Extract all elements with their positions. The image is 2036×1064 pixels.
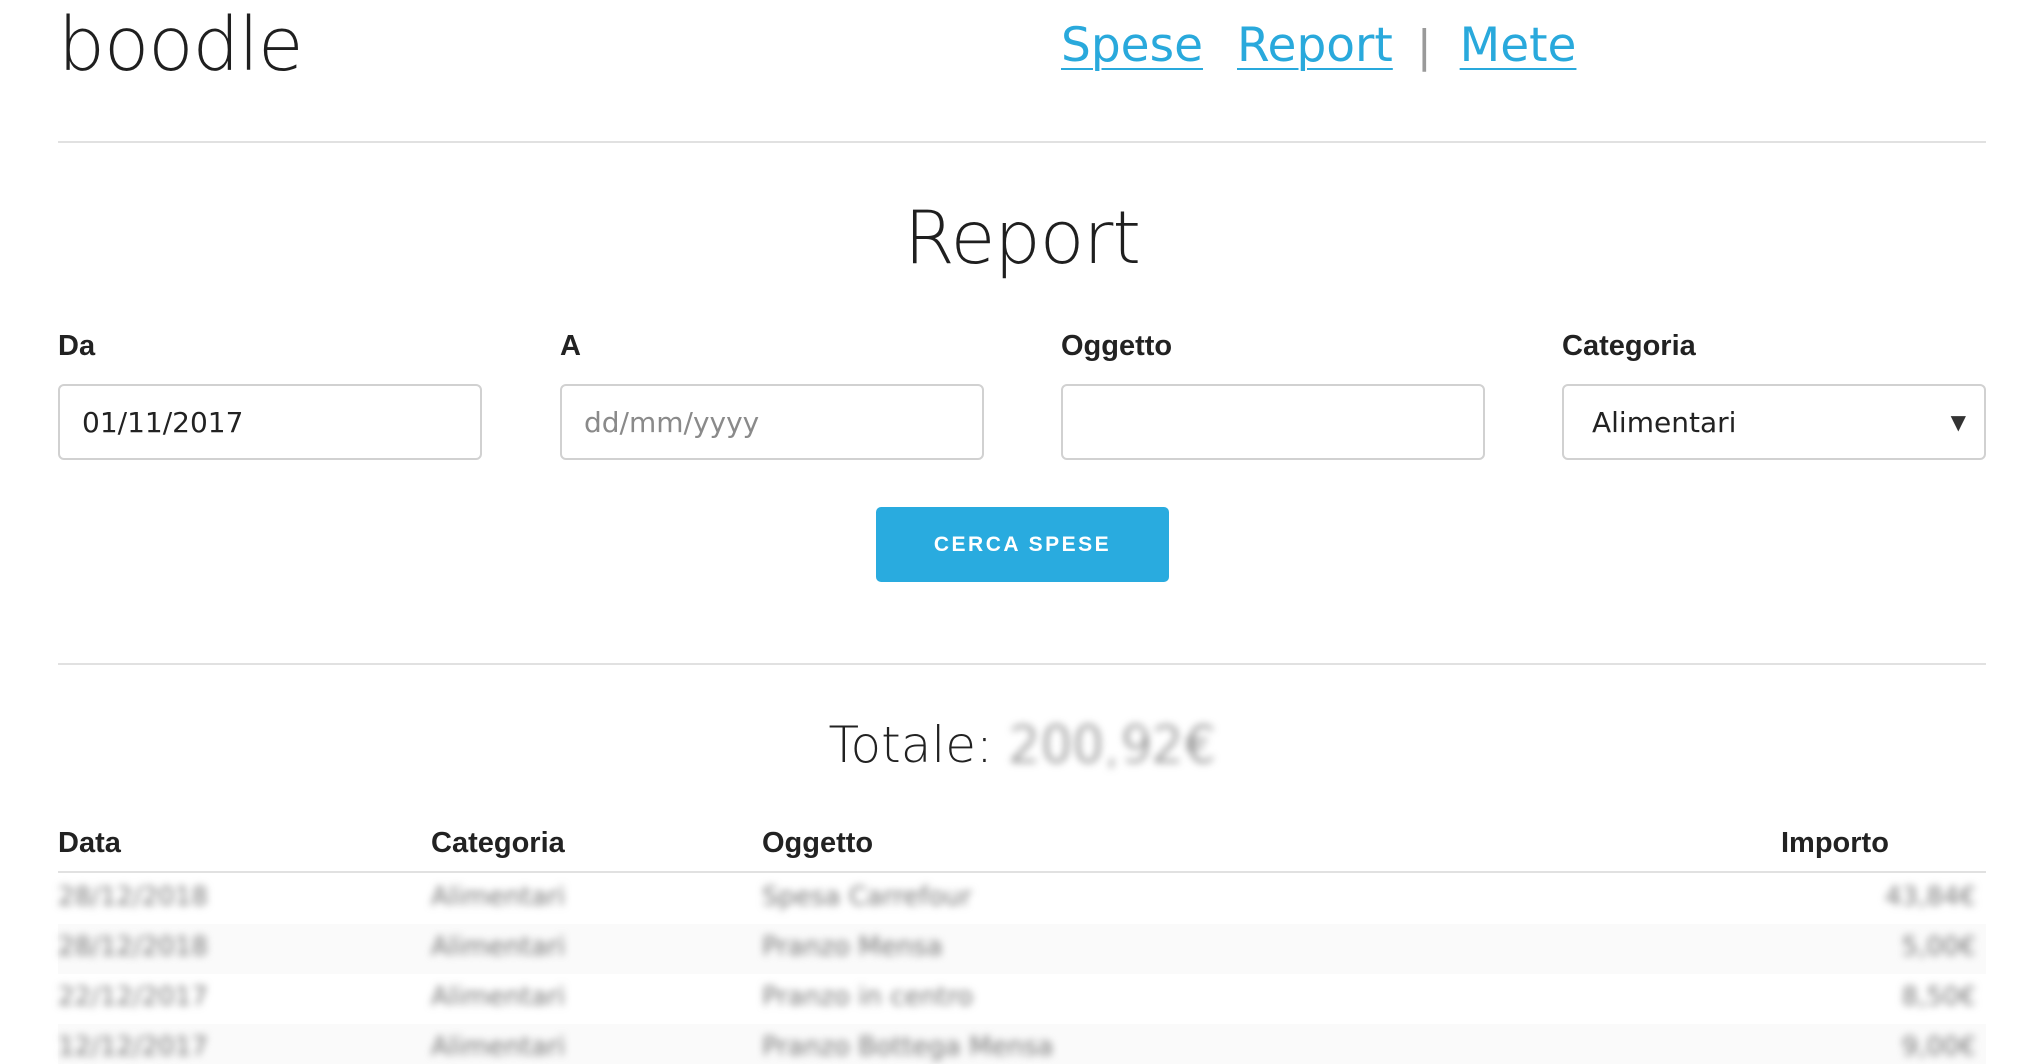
cerca-spese-button[interactable]: CERCA SPESE bbox=[876, 507, 1169, 582]
a-input-box[interactable] bbox=[560, 384, 984, 460]
categoria-label: Categoria bbox=[1562, 330, 1696, 362]
categoria-select[interactable]: Alimentari ▼ bbox=[1562, 384, 1986, 460]
a-input[interactable] bbox=[584, 405, 960, 439]
nav-link-report[interactable]: Report bbox=[1237, 18, 1393, 73]
cell-oggetto: Pranzo in centro bbox=[762, 982, 974, 1012]
cell-importo: 5,00€ bbox=[1901, 932, 1976, 962]
nav-separator: | bbox=[1416, 21, 1432, 72]
app-logo[interactable]: boodle bbox=[58, 2, 304, 88]
table-row[interactable]: 12/12/2017 Alimentari Pranzo Bottega Men… bbox=[58, 1024, 1986, 1064]
cell-data: 22/12/2017 bbox=[58, 982, 208, 1012]
cell-data: 28/12/2018 bbox=[58, 882, 208, 912]
table-header: Data Categoria Oggetto Importo bbox=[58, 827, 1986, 873]
categoria-selected-value: Alimentari bbox=[1592, 405, 1737, 439]
table-row[interactable]: 28/12/2018 Alimentari Pranzo Mensa 5,00€ bbox=[58, 924, 1986, 974]
cell-importo: 9,00€ bbox=[1901, 1032, 1976, 1062]
caret-down-icon[interactable]: ▼ bbox=[1951, 410, 1966, 434]
da-input-box[interactable] bbox=[58, 384, 482, 460]
cell-importo: 8,50€ bbox=[1901, 982, 1976, 1012]
table-row[interactable]: 22/12/2017 Alimentari Pranzo in centro 8… bbox=[58, 974, 1986, 1024]
field-categoria: Categoria Alimentari ▼ bbox=[1562, 330, 1986, 460]
totale-line: Totale: 200,92€ bbox=[58, 716, 1986, 774]
oggetto-label: Oggetto bbox=[1061, 330, 1173, 362]
a-label: A bbox=[560, 330, 581, 362]
cell-categoria: Alimentari bbox=[431, 882, 566, 912]
totale-label: Totale: bbox=[828, 716, 993, 774]
header-categoria[interactable]: Categoria bbox=[431, 827, 565, 860]
field-oggetto: Oggetto bbox=[1061, 330, 1485, 460]
page-title: Report bbox=[904, 196, 1141, 281]
oggetto-input-box[interactable] bbox=[1061, 384, 1485, 460]
cell-oggetto: Spesa Carrefour bbox=[762, 882, 972, 912]
header-divider bbox=[58, 141, 1986, 143]
cell-oggetto: Pranzo Bottega Mensa bbox=[762, 1032, 1054, 1062]
page: boodle Spese Report | Mete Report Da A O bbox=[0, 0, 2036, 1064]
header-data[interactable]: Data bbox=[58, 827, 121, 860]
header-oggetto[interactable]: Oggetto bbox=[762, 827, 873, 860]
form-divider bbox=[58, 663, 1986, 665]
cell-oggetto: Pranzo Mensa bbox=[762, 932, 943, 962]
cell-categoria: Alimentari bbox=[431, 1032, 566, 1062]
field-a: A bbox=[560, 330, 984, 460]
header-importo[interactable]: Importo bbox=[1781, 827, 1889, 860]
main-nav: Spese Report | Mete bbox=[1061, 18, 1576, 73]
cell-importo: 43,84€ bbox=[1885, 882, 1976, 912]
table-row[interactable]: 28/12/2018 Alimentari Spesa Carrefour 43… bbox=[58, 874, 1986, 924]
cell-categoria: Alimentari bbox=[431, 982, 566, 1012]
totale-value: 200,92€ bbox=[1008, 716, 1216, 774]
nav-link-mete[interactable]: Mete bbox=[1460, 18, 1577, 73]
cell-categoria: Alimentari bbox=[431, 932, 566, 962]
field-da: Da bbox=[58, 330, 482, 460]
cell-data: 28/12/2018 bbox=[58, 932, 208, 962]
oggetto-input[interactable] bbox=[1085, 405, 1461, 439]
cell-data: 12/12/2017 bbox=[58, 1032, 208, 1062]
da-label: Da bbox=[58, 330, 96, 362]
da-input[interactable] bbox=[82, 405, 458, 439]
content-container: boodle Spese Report | Mete Report Da A O bbox=[58, 0, 1986, 1064]
nav-link-spese[interactable]: Spese bbox=[1061, 18, 1203, 73]
